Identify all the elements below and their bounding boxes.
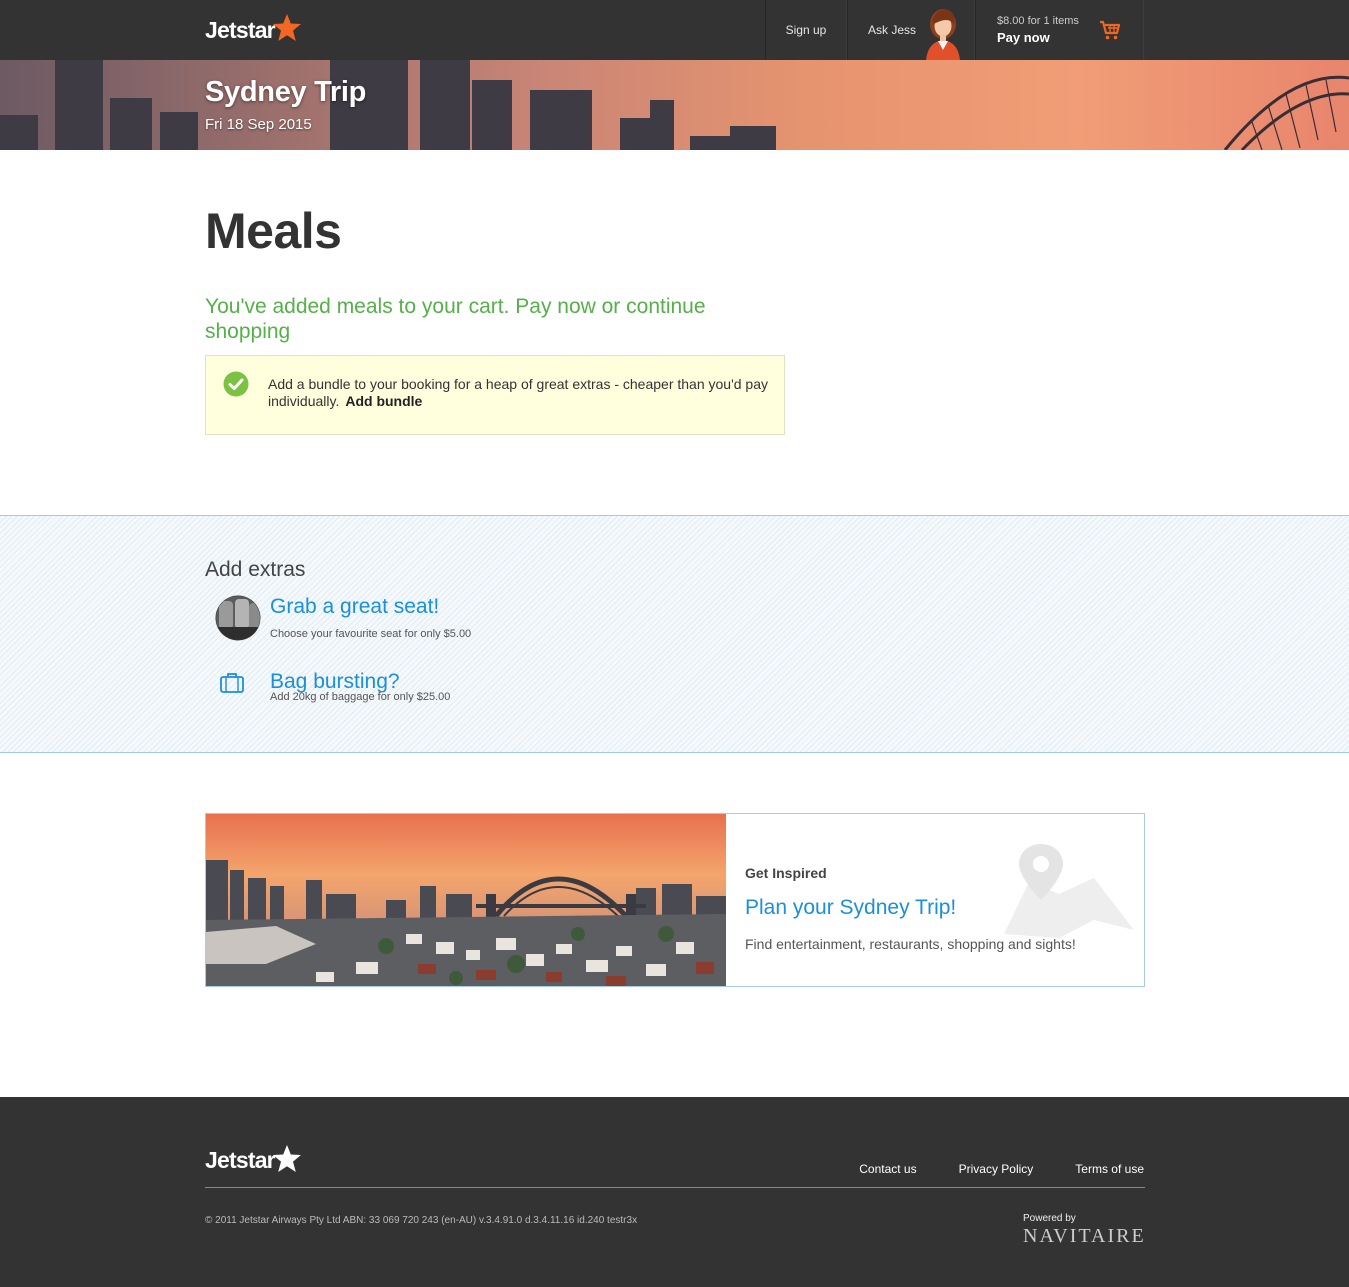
shopping-cart-icon: [1100, 20, 1121, 40]
check-circle-icon: [223, 371, 249, 397]
footer-divider: [205, 1187, 1145, 1188]
bundle-promo-text: Add a bundle to your booking for a heap …: [268, 376, 768, 410]
top-navigation-bar: Jetstar Sign up Ask Jess $8.00 for 1 ite…: [0, 0, 1349, 60]
plan-trip-link[interactable]: Plan your Sydney Trip!: [745, 896, 956, 920]
add-bundle-link[interactable]: Add bundle: [345, 393, 422, 409]
trip-hero-banner: Sydney Trip Fri 18 Sep 2015: [0, 60, 1349, 150]
sign-up-label: Sign up: [785, 23, 827, 37]
logo-text: Jetstar: [205, 16, 276, 43]
add-extras-heading: Add extras: [205, 558, 306, 581]
bundle-promo-box: Add a bundle to your booking for a heap …: [205, 355, 785, 435]
extra-baggage-description: Add 20kg of baggage for only $25.00: [270, 691, 451, 703]
seat-icon: [215, 595, 261, 641]
star-icon: [272, 14, 301, 41]
footer-logo-text: Jetstar: [205, 1147, 276, 1173]
ask-jess-label: Ask Jess: [868, 23, 917, 37]
contact-us-link[interactable]: Contact us: [859, 1162, 916, 1176]
cart-success-message: You've added meals to your cart. Pay now…: [205, 295, 706, 343]
extra-seat-title[interactable]: Grab a great seat!: [270, 595, 439, 619]
copyright-text: © 2011 Jetstar Airways Pty Ltd ABN: 33 0…: [205, 1215, 638, 1226]
header-nav: Sign up Ask Jess $8.00 for 1 items Pay n…: [765, 0, 1144, 60]
add-extras-section: Add extras Grab a great seat! Choose you…: [0, 515, 1349, 753]
footer-jetstar-logo[interactable]: Jetstar: [205, 1144, 302, 1174]
extra-baggage-item[interactable]: Bag bursting? Add 20kg of baggage for on…: [215, 670, 515, 708]
luggage-icon: [220, 673, 244, 693]
sign-up-link[interactable]: Sign up: [765, 0, 847, 60]
star-icon: [272, 1144, 301, 1172]
cart-summary[interactable]: $8.00 for 1 items Pay now: [975, 0, 1144, 60]
inspire-description: Find entertainment, restaurants, shoppin…: [745, 936, 1076, 952]
get-inspired-card[interactable]: Get Inspired Plan your Sydney Trip! Find…: [205, 813, 1145, 987]
powered-by-label: Powered by: [1023, 1213, 1076, 1224]
footer-links: Contact us Privacy Policy Terms of use: [859, 1162, 1144, 1176]
trip-title: Sydney Trip: [205, 76, 367, 108]
ask-jess-button[interactable]: Ask Jess: [847, 0, 975, 60]
extra-seat-item[interactable]: Grab a great seat! Choose your favourite…: [215, 595, 515, 643]
bundle-description: Add a bundle to your booking for a heap …: [268, 376, 769, 409]
jetstar-logo[interactable]: Jetstar: [205, 14, 302, 46]
cart-amount: $8.00 for 1 items: [997, 15, 1079, 27]
sydney-skyline-image: [0, 60, 1349, 150]
jess-avatar-icon: [926, 9, 960, 60]
extra-seat-description: Choose your favourite seat for only $5.0…: [270, 628, 472, 640]
get-inspired-label: Get Inspired: [745, 865, 827, 881]
sydney-harbour-image: [206, 814, 726, 986]
trip-date: Fri 18 Sep 2015: [205, 116, 312, 133]
footer: Jetstar Contact us Privacy Policy Terms …: [0, 1097, 1349, 1287]
privacy-policy-link[interactable]: Privacy Policy: [959, 1162, 1034, 1176]
map-pin-icon: [1004, 844, 1134, 938]
pay-now-link[interactable]: Pay now: [997, 30, 1050, 45]
page-title: Meals: [205, 203, 342, 259]
terms-of-use-link[interactable]: Terms of use: [1075, 1162, 1144, 1176]
navitaire-logo: NAVITAIRE: [1023, 1225, 1146, 1247]
